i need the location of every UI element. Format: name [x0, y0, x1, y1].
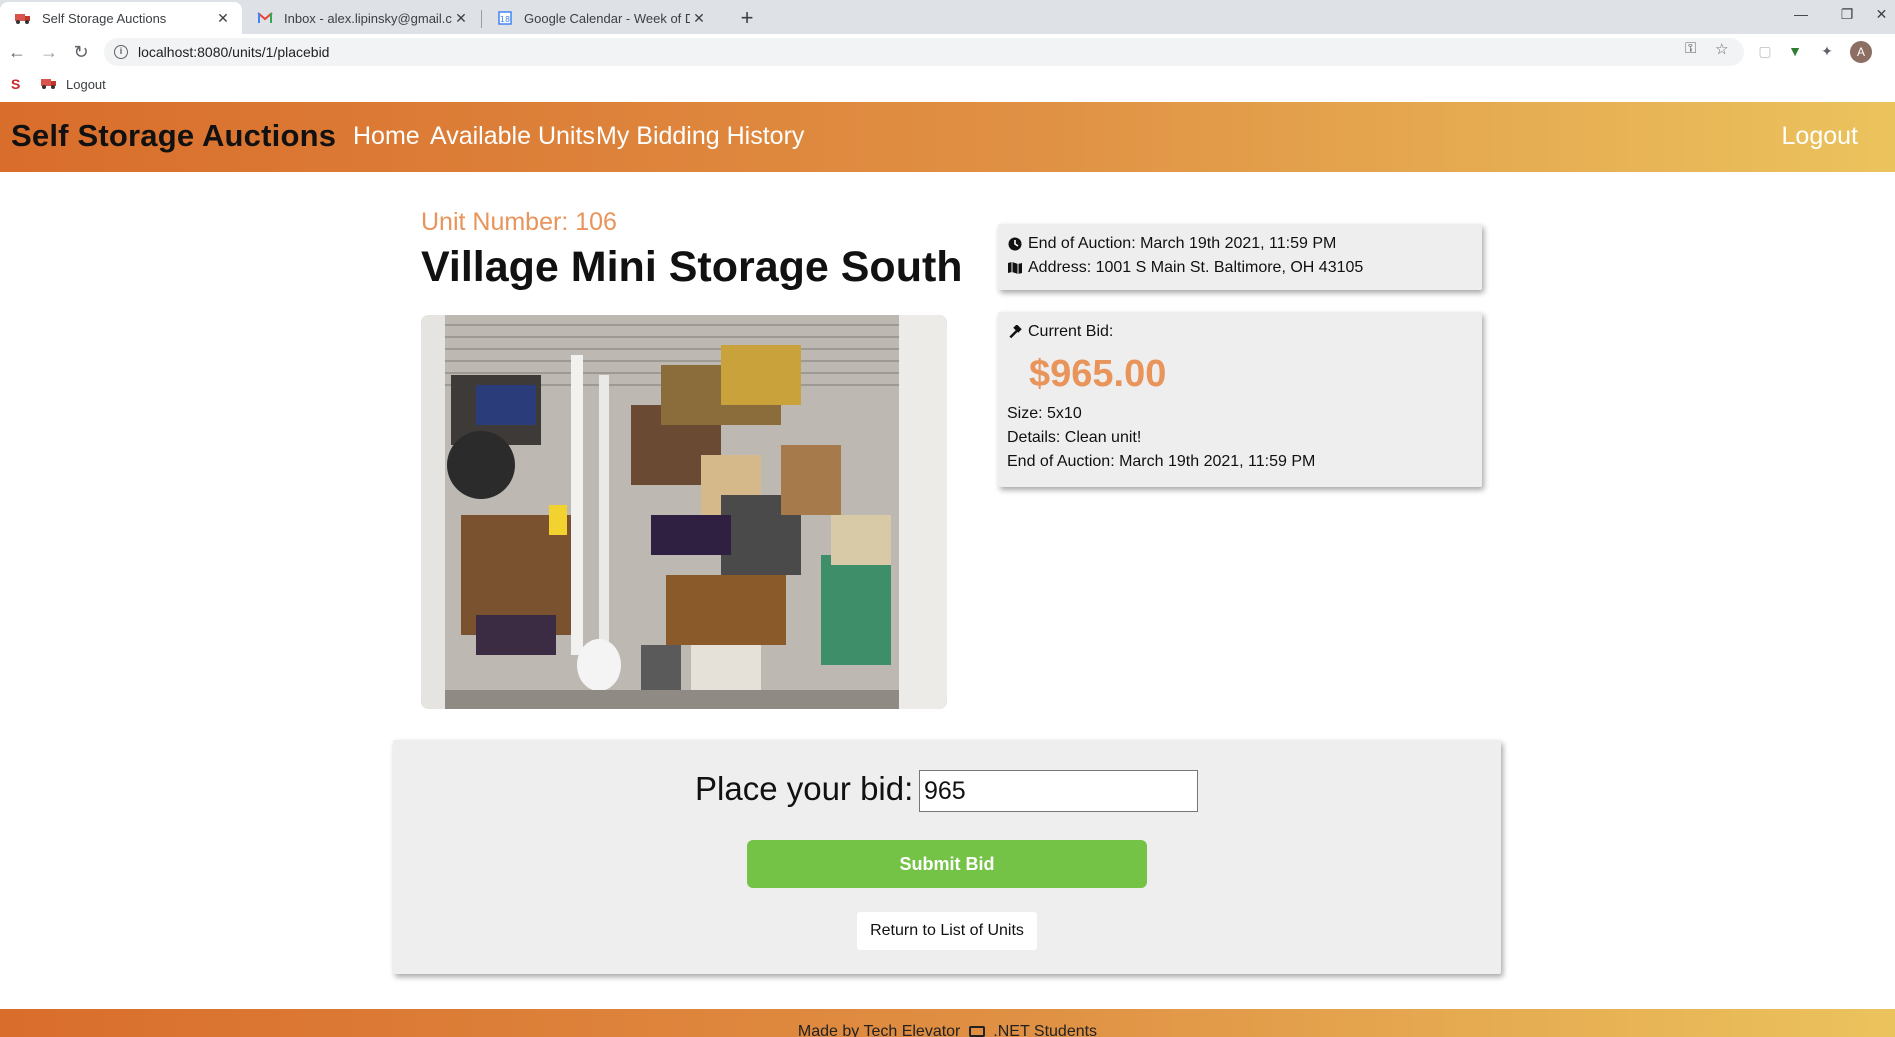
size-text: Size: 5x10: [1007, 405, 1082, 422]
back-button[interactable]: ←: [3, 38, 31, 66]
bid-amount-input[interactable]: [919, 770, 1198, 812]
tab-title: Google Calendar - Week of Dece: [524, 10, 690, 26]
nav-available-units[interactable]: Available Units: [430, 122, 595, 151]
current-bid-label-row: Current Bid:: [1007, 320, 1473, 344]
place-bid-panel: Place your bid: Submit Bid Return to Lis…: [393, 740, 1501, 974]
tab-self-storage-auctions[interactable]: Self Storage Auctions ✕: [0, 2, 242, 34]
unit-number: Unit Number: 106: [421, 208, 617, 236]
site-header: Self Storage Auctions Home Available Uni…: [0, 102, 1895, 172]
address-text: Address: 1001 S Main St. Baltimore, OH 4…: [1028, 259, 1364, 276]
clock-icon: [1007, 236, 1023, 252]
reload-button[interactable]: ↻: [67, 38, 95, 66]
auction-summary-card: End of Auction: March 19th 2021, 11:59 P…: [998, 224, 1482, 290]
return-to-list-button[interactable]: Return to List of Units: [857, 912, 1037, 950]
svg-text:18: 18: [500, 15, 510, 24]
nav-my-bidding-history[interactable]: My Bidding History: [596, 122, 804, 151]
unit-photo: [421, 315, 947, 709]
puzzle-icon[interactable]: ✦: [1818, 42, 1836, 60]
gmail-icon: [256, 10, 274, 26]
address-bar[interactable]: i localhost:8080/units/1/placebid: [104, 38, 1744, 66]
forward-button[interactable]: →: [35, 38, 63, 66]
nav-home[interactable]: Home: [353, 122, 420, 151]
browser-tab-bar: Self Storage Auctions ✕ Inbox - alex.lip…: [0, 0, 1895, 34]
footer-credit-left: Made by Tech Elevator: [797, 1023, 961, 1037]
footer-credit-right: .NET Students: [993, 1023, 1098, 1037]
end-of-auction-text: End of Auction: March 19th 2021, 11:59 P…: [1028, 235, 1337, 252]
minimize-button[interactable]: —: [1778, 0, 1824, 30]
end-of-auction-row: End of Auction: March 19th 2021, 11:59 P…: [1007, 232, 1473, 256]
new-tab-button[interactable]: +: [733, 4, 761, 32]
extension-icon[interactable]: ▢: [1756, 42, 1774, 60]
bookmark-logout[interactable]: Logout: [40, 76, 106, 93]
truck-icon: [14, 10, 32, 26]
key-icon[interactable]: ⚿: [1685, 40, 1696, 57]
end-of-auction-text: End of Auction: March 19th 2021, 11:59 P…: [1007, 453, 1316, 470]
bookmarks-bar: S Logout: [0, 70, 1895, 102]
tab-title: Self Storage Auctions: [42, 10, 167, 26]
close-icon[interactable]: ✕: [690, 10, 708, 27]
profile-avatar[interactable]: A: [1850, 41, 1872, 63]
brand-title[interactable]: Self Storage Auctions: [11, 118, 336, 154]
submit-bid-button[interactable]: Submit Bid: [747, 840, 1147, 888]
current-bid-card: Current Bid: $965.00 Size: 5x10 Details:…: [998, 312, 1482, 487]
current-bid-label: Current Bid:: [1028, 323, 1114, 340]
unit-name: Village Mini Storage South: [421, 243, 963, 291]
nav-logout[interactable]: Logout: [1782, 122, 1858, 151]
bookmark-s-logo[interactable]: S: [11, 76, 20, 92]
close-icon[interactable]: ✕: [452, 10, 470, 27]
site-footer: Made by Tech Elevator .NET Students: [0, 1009, 1895, 1037]
tab-title: Inbox - alex.lipinsky@gmail.com: [284, 10, 452, 26]
calendar-icon: 18: [496, 10, 514, 26]
truck-icon: [40, 76, 58, 93]
star-icon[interactable]: ☆: [1715, 40, 1728, 58]
place-bid-label: Place your bid:: [695, 770, 914, 807]
close-icon[interactable]: ✕: [214, 10, 232, 27]
url-text: localhost:8080/units/1/placebid: [138, 44, 330, 60]
address-row: Address: 1001 S Main St. Baltimore, OH 4…: [1007, 256, 1473, 280]
s-logo-icon: S: [11, 76, 21, 92]
laptop-icon: [968, 1026, 985, 1037]
map-icon: [1007, 260, 1023, 276]
browser-toolbar: ← → ↻ i localhost:8080/units/1/placebid …: [0, 34, 1895, 70]
restore-button[interactable]: ❐: [1824, 0, 1870, 30]
vue-devtools-icon[interactable]: ▼: [1786, 42, 1804, 60]
current-bid-amount: $965.00: [1029, 353, 1167, 395]
info-icon[interactable]: i: [114, 45, 128, 59]
details-text: Details: Clean unit!: [1007, 429, 1142, 446]
gavel-icon: [1007, 324, 1023, 340]
close-window-button[interactable]: ✕: [1868, 0, 1895, 30]
tab-google-calendar[interactable]: 18 Google Calendar - Week of Dece ✕: [482, 2, 718, 34]
bookmark-label: Logout: [66, 77, 106, 92]
tab-gmail-inbox[interactable]: Inbox - alex.lipinsky@gmail.com ✕: [242, 2, 480, 34]
